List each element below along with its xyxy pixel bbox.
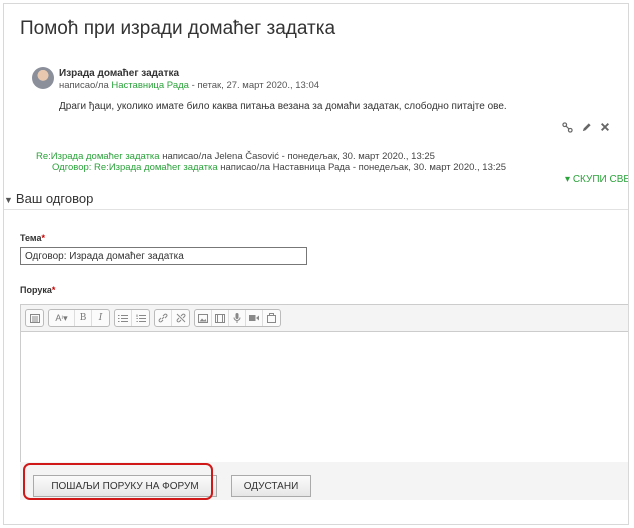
thread-reply-2: Одговор: Re:Израда домаћег задатка напис… bbox=[52, 162, 506, 173]
message-label-text: Порука bbox=[20, 285, 52, 295]
link-icon[interactable] bbox=[155, 310, 172, 326]
toolbar-toggle-icon[interactable] bbox=[26, 310, 43, 326]
toolbar-group-lists bbox=[114, 309, 150, 327]
reply-section-header[interactable]: ▼ Ваш одговор bbox=[4, 191, 93, 206]
italic-icon[interactable]: I bbox=[92, 310, 109, 326]
unordered-list-icon[interactable] bbox=[115, 310, 132, 326]
toolbar-group-text: Aı ▾ B I bbox=[48, 309, 110, 327]
required-marker: * bbox=[51, 285, 56, 295]
byline-prefix: написао/ла bbox=[59, 80, 112, 91]
subject-label: Тема* bbox=[20, 233, 45, 243]
manage-files-icon[interactable] bbox=[263, 310, 280, 326]
edit-icon[interactable] bbox=[581, 122, 592, 136]
avatar[interactable] bbox=[32, 67, 54, 89]
post-subject: Израда домаћег задатка bbox=[59, 68, 180, 79]
image-icon[interactable] bbox=[195, 310, 212, 326]
post-byline: написао/ла Наставница Рада - петак, 27. … bbox=[59, 80, 319, 91]
thread-reply-1: Re:Израда домаћег задатка написао/ла Jel… bbox=[36, 151, 435, 162]
bold-icon[interactable]: B bbox=[75, 310, 92, 326]
unlink-icon[interactable] bbox=[172, 310, 189, 326]
divider bbox=[4, 209, 628, 210]
audio-record-icon[interactable] bbox=[229, 310, 246, 326]
byline-date: - петак, 27. март 2020., 13:04 bbox=[188, 80, 320, 91]
toolbar-group-toggle bbox=[25, 309, 44, 327]
subject-input[interactable] bbox=[20, 247, 307, 265]
post-actions bbox=[562, 122, 610, 136]
collapse-all-link[interactable]: ▾ СКУПИ СВЕ bbox=[565, 174, 629, 185]
page-title: Помоћ при изради домаћег задатка bbox=[20, 18, 336, 39]
thread-reply-2-link[interactable]: Одговор: Re:Израда домаћег задатка bbox=[52, 162, 218, 173]
required-marker: * bbox=[41, 233, 45, 243]
thread-reply-2-meta: написао/ла Наставница Рада - понедељак, … bbox=[217, 162, 507, 173]
collapse-all-label: СКУПИ СВЕ bbox=[572, 174, 629, 185]
paragraph-style-icon[interactable]: Aı ▾ bbox=[49, 310, 75, 326]
caret-down-icon: ▾ bbox=[565, 174, 571, 185]
thread-reply-1-meta: написао/ла Jelena Časović - понедељак, 3… bbox=[159, 151, 435, 162]
toolbar-group-media bbox=[194, 309, 281, 327]
cancel-button[interactable]: ОДУСТАНИ bbox=[231, 475, 311, 497]
message-label: Порука* bbox=[20, 285, 55, 295]
form-buttons: ПОШАЉИ ПОРУКУ НА ФОРУМ ОДУСТАНИ bbox=[20, 462, 628, 500]
section-caret-icon: ▼ bbox=[4, 195, 13, 205]
author-link[interactable]: Наставница Рада bbox=[111, 80, 189, 91]
section-title: Ваш одговор bbox=[15, 191, 94, 206]
ordered-list-icon[interactable] bbox=[132, 310, 149, 326]
post-to-forum-button[interactable]: ПОШАЉИ ПОРУКУ НА ФОРУМ bbox=[33, 475, 217, 497]
delete-icon[interactable] bbox=[600, 122, 610, 136]
subject-label-text: Тема bbox=[20, 233, 42, 243]
video-record-icon[interactable] bbox=[246, 310, 263, 326]
media-icon[interactable] bbox=[212, 310, 229, 326]
editor-toolbar: Aı ▾ B I bbox=[21, 305, 628, 332]
toolbar-group-links bbox=[154, 309, 190, 327]
permalink-icon[interactable] bbox=[562, 122, 573, 136]
post-body: Драги ђаци, уколико имате било каква пит… bbox=[59, 101, 507, 112]
thread-reply-1-link[interactable]: Re:Израда домаћег задатка bbox=[36, 151, 160, 162]
forum-frame: Помоћ при изради домаћег задатка Израда … bbox=[3, 3, 629, 525]
